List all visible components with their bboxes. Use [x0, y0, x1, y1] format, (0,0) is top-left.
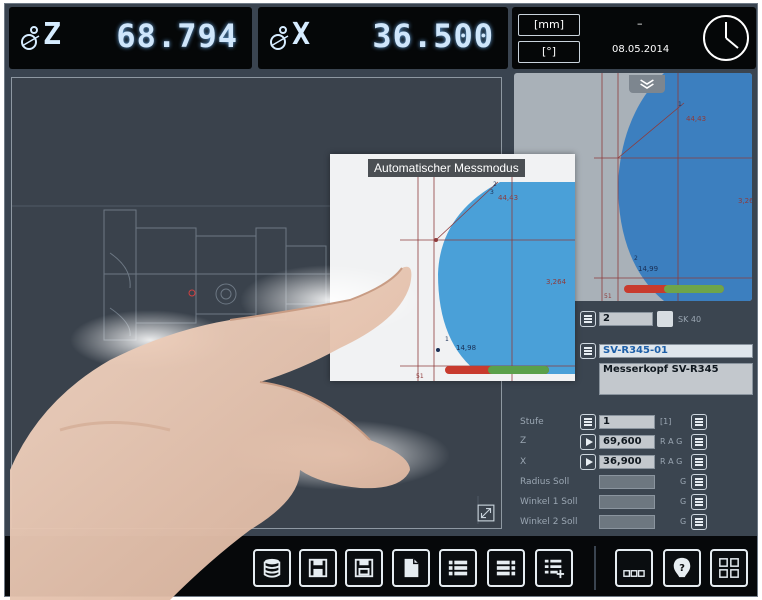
popup-dim-f: 3 [490, 189, 494, 196]
list-icon [448, 560, 468, 576]
axis-x-value: 36.500 [372, 17, 494, 55]
sk-label: SK 40 [678, 315, 702, 324]
popup-dim-e: 1 [445, 336, 449, 343]
tool-list-button[interactable] [580, 343, 596, 359]
popup-dim-b: 3,264 [546, 278, 567, 286]
count-select[interactable]: 2 [599, 312, 653, 326]
svg-text:?: ? [679, 563, 685, 574]
preview-dim-b: 3,264 [738, 197, 752, 205]
popup-dim-d: 2 [493, 181, 497, 188]
list-detail-button[interactable] [487, 549, 525, 587]
date-value: 08.05.2014 [612, 44, 670, 55]
grid-view-button[interactable] [710, 549, 748, 587]
unit-degree-button[interactable]: [°] [518, 41, 580, 63]
preview-dim-c: 14,99 [638, 265, 658, 273]
info-display: [mm] [°] – 08.05.2014 [512, 7, 756, 69]
radius-label: Radius Soll [520, 477, 570, 487]
axis-z-label: Z [43, 17, 62, 52]
database-button[interactable] [253, 549, 291, 587]
preview-dim-f: 51 [604, 293, 612, 300]
z-play-button[interactable] [580, 434, 596, 450]
axis-z-icon [21, 26, 40, 50]
z-label: Z [520, 436, 527, 446]
x-value-field[interactable]: 36,900 [599, 455, 655, 469]
more-icon [623, 570, 645, 577]
list-add-button[interactable] [535, 549, 573, 587]
stufe-detail-button[interactable] [691, 414, 707, 430]
clock-icon [703, 15, 749, 61]
preview-dim-a: 44,43 [686, 115, 706, 123]
list-add-icon [544, 559, 565, 579]
radius-detail-button[interactable] [691, 474, 707, 490]
x-play-button[interactable] [580, 454, 596, 470]
bottom-toolbar: ? [5, 536, 757, 596]
x-flags: R A G [660, 457, 683, 466]
list-detail-icon [496, 560, 516, 576]
machine-screen: Z 68.794 X 36.500 [mm] [°] – 08.05.2014 [4, 3, 758, 597]
axis-x-label: X [292, 17, 311, 52]
save-as-button[interactable] [299, 549, 337, 587]
radius-field[interactable] [599, 475, 655, 489]
save-button[interactable] [345, 549, 383, 587]
stufe-unit: [1] [660, 417, 672, 426]
time-value: – [637, 17, 643, 30]
popup-title: Automatischer Messmodus [368, 159, 525, 177]
new-document-button[interactable] [392, 549, 430, 587]
unit-mm-button[interactable]: [mm] [518, 14, 580, 36]
popup-dim-c: 14,98 [456, 344, 476, 352]
x-label: X [520, 457, 527, 467]
save-as-icon [308, 558, 328, 578]
x-detail-button[interactable] [691, 454, 707, 470]
winkel2-label: Winkel 2 Soll [520, 517, 578, 527]
save-icon [354, 558, 374, 578]
help-button[interactable]: ? [663, 549, 701, 587]
new-document-icon [404, 558, 419, 578]
z-flags: R A G [660, 437, 683, 446]
database-icon [263, 558, 281, 578]
tool-select[interactable]: SV-R345-01 [599, 344, 753, 358]
winkel1-flag: G [680, 497, 687, 506]
collapse-button[interactable] [629, 75, 665, 93]
count-list-button[interactable] [580, 311, 596, 327]
stufe-select[interactable]: 1 [599, 415, 655, 429]
preview-dim-e: 2 [634, 255, 638, 262]
toolbar-divider [594, 546, 596, 590]
winkel2-flag: G [680, 517, 687, 526]
axis-x-icon [270, 26, 289, 50]
z-value-field[interactable]: 69,600 [599, 435, 655, 449]
dro-x-display: X 36.500 [258, 7, 508, 69]
grid-icon [719, 558, 739, 578]
tool-name-field[interactable]: Messerkopf SV-R345 [599, 363, 753, 395]
measure-mode-popup[interactable]: 44,43 3,264 14,98 2 1 3 51 Automatischer… [330, 154, 575, 381]
help-icon: ? [673, 557, 691, 578]
list-button[interactable] [439, 549, 477, 587]
popup-dim-g: 51 [416, 373, 424, 380]
expand-icon[interactable] [477, 504, 495, 522]
radius-flag: G [680, 477, 687, 486]
axis-z-value: 68.794 [116, 17, 238, 55]
winkel1-label: Winkel 1 Soll [520, 497, 578, 507]
more-button[interactable] [615, 549, 653, 587]
sk-icon [657, 311, 673, 327]
winkel1-detail-button[interactable] [691, 494, 707, 510]
z-detail-button[interactable] [691, 434, 707, 450]
stufe-label: Stufe [520, 417, 544, 427]
preview-dim-d: 1 [678, 101, 682, 108]
dro-z-display: Z 68.794 [9, 7, 252, 69]
winkel2-detail-button[interactable] [691, 514, 707, 530]
winkel1-field[interactable] [599, 495, 655, 509]
popup-dim-a: 44,43 [498, 194, 518, 202]
popup-drawing: 44,43 3,264 14,98 2 1 3 51 [400, 174, 575, 381]
winkel2-field[interactable] [599, 515, 655, 529]
chevron-down-icon [640, 79, 654, 89]
stufe-list-button[interactable] [580, 414, 596, 430]
